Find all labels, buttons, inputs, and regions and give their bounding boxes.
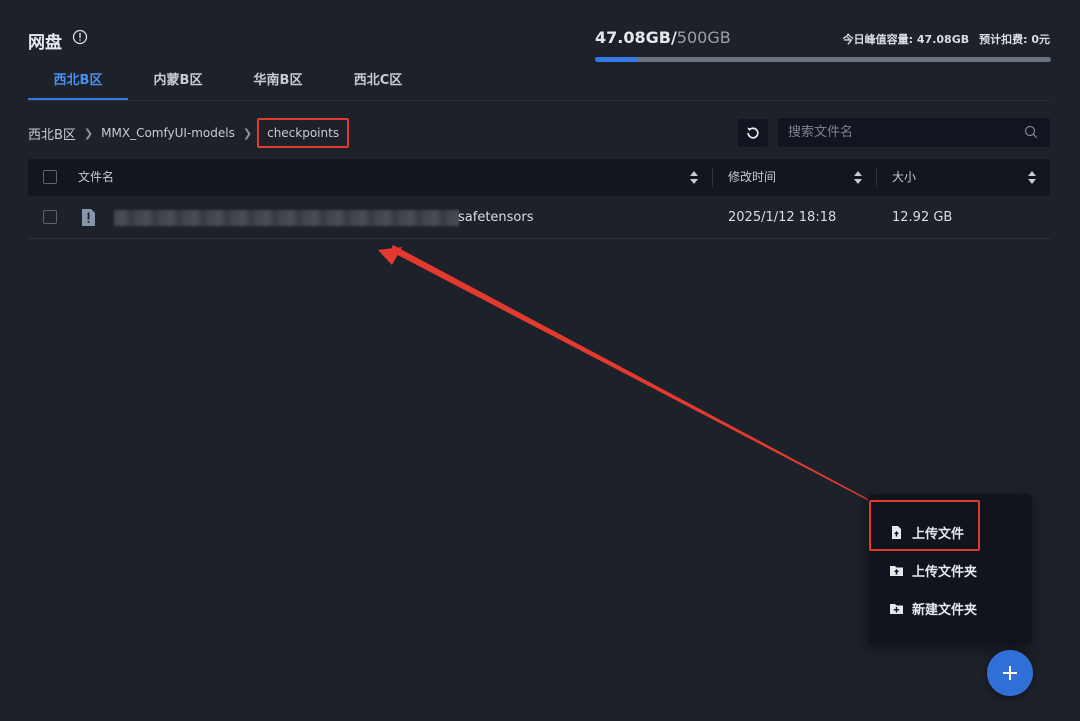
chevron-right-icon: ❯ [83, 126, 94, 140]
upload-folder-label: 上传文件夹 [912, 564, 978, 580]
chevron-right-icon: ❯ [242, 126, 253, 140]
breadcrumb-root[interactable]: 西北B区 [28, 124, 76, 143]
new-folder-icon [890, 603, 903, 614]
file-icon [82, 209, 95, 226]
column-divider[interactable] [876, 168, 877, 187]
sort-icon[interactable] [853, 171, 863, 184]
file-name-suffix[interactable]: safetensors [458, 197, 534, 239]
peak-capacity: 今日峰值容量: 47.08GB [842, 33, 970, 46]
file-modified: 2025/1/12 18:18 [728, 210, 837, 225]
upload-folder-menu-item[interactable]: 上传文件夹 [890, 560, 977, 580]
sort-icon[interactable] [689, 171, 699, 184]
upload-file-icon [892, 525, 901, 539]
redacted-filename [114, 210, 459, 226]
sort-icon[interactable] [1027, 171, 1037, 184]
storage-total: 500GB [676, 28, 731, 47]
column-name[interactable]: 文件名 [78, 159, 114, 196]
column-modified[interactable]: 修改时间 [728, 159, 776, 196]
breadcrumb-folder[interactable]: MMX_ComfyUI-models [101, 126, 235, 140]
storage-progress-fill [595, 57, 638, 62]
upload-file-label: 上传文件 [912, 526, 965, 542]
page-title: 网盘 [28, 33, 62, 53]
table-header: 文件名 修改时间 大小 [28, 159, 1050, 196]
tab-region-1[interactable]: 西北B区 [28, 64, 128, 100]
breadcrumb: 西北B区 ❯ MMX_ComfyUI-models ❯ checkpoints [28, 116, 350, 150]
new-folder-label: 新建文件夹 [912, 602, 978, 618]
row-checkbox[interactable] [43, 210, 57, 224]
tabs-divider [28, 100, 1050, 101]
tab-region-4[interactable]: 西北C区 [328, 64, 428, 100]
refresh-button[interactable] [738, 119, 768, 147]
new-folder-menu-item[interactable]: 新建文件夹 [890, 598, 977, 618]
column-divider[interactable] [712, 168, 713, 187]
storage-progress-bar [595, 57, 1051, 62]
tab-region-2[interactable]: 内蒙B区 [128, 64, 228, 100]
table-row[interactable]: safetensors 2025/1/12 18:18 12.92 GB [28, 197, 1050, 239]
storage-used: 47.08GB [595, 28, 671, 47]
file-size: 12.92 GB [892, 210, 953, 225]
create-menu: 上传文件 上传文件夹 新建文件夹 [868, 494, 1032, 644]
add-button[interactable] [987, 650, 1033, 696]
region-tabs: 西北B区 内蒙B区 华南B区 西北C区 [28, 64, 428, 100]
search-icon[interactable] [1024, 125, 1038, 139]
tab-region-3[interactable]: 华南B区 [228, 64, 328, 100]
search-box [778, 118, 1050, 147]
breadcrumb-current[interactable]: checkpoints [257, 118, 350, 148]
estimated-fee: 预计扣费: 0元 [979, 33, 1050, 46]
upload-folder-icon [890, 565, 903, 576]
upload-file-menu-item[interactable]: 上传文件 [890, 522, 964, 542]
usage-stats: 今日峰值容量: 47.08GB 预计扣费: 0元 [833, 31, 1050, 47]
column-size[interactable]: 大小 [892, 159, 916, 196]
refresh-icon [747, 127, 759, 139]
storage-usage: 47.08GB/500GB [595, 28, 731, 47]
search-input[interactable] [778, 118, 1050, 147]
select-all-checkbox[interactable] [43, 170, 57, 184]
info-icon[interactable] [72, 29, 88, 45]
plus-icon [1003, 666, 1017, 680]
